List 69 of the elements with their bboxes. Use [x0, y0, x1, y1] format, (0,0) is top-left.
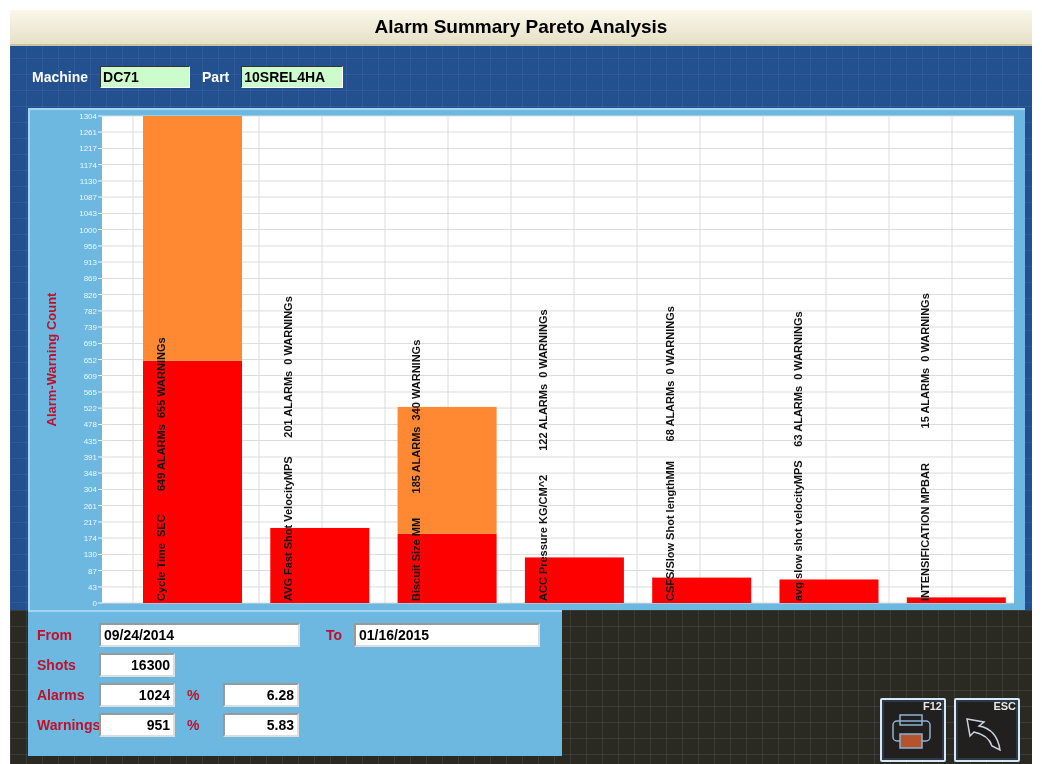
- value-label: 122 ALARMs 0 WARNINGs: [536, 309, 549, 451]
- tick-label: 174: [83, 534, 97, 543]
- field-label: To: [326, 625, 344, 645]
- tick-label: 217: [83, 517, 97, 527]
- value-field[interactable]: 5.83: [223, 713, 299, 737]
- tick-label: 913: [83, 258, 97, 268]
- tick-label: 609: [83, 371, 97, 381]
- value-field[interactable]: 6.28: [223, 683, 299, 707]
- field-label: From: [37, 625, 73, 645]
- tick-label: 1261: [79, 128, 97, 138]
- tick-label: 565: [83, 388, 97, 397]
- part-field[interactable]: 10SREL4HA: [241, 66, 344, 88]
- category-label: Biscuit Size MM: [409, 517, 422, 601]
- tick-label: 652: [83, 355, 97, 365]
- value-label: 63 ALARMs 0 WARNINGs: [791, 311, 804, 447]
- machine-field[interactable]: DC71: [100, 66, 190, 88]
- back-button[interactable]: ESC: [954, 698, 1020, 762]
- field-label: Warnings: [37, 715, 99, 735]
- tick-label: 782: [83, 306, 97, 316]
- tick-label: 87: [88, 566, 97, 576]
- field-label: Machine: [32, 67, 88, 87]
- shortcut-key-label: F12: [923, 700, 942, 713]
- tick-label: 43: [88, 582, 97, 592]
- field-label: %: [187, 715, 201, 735]
- tick-label: 522: [83, 404, 97, 414]
- tick-label: 304: [83, 485, 97, 495]
- tick-label: 1174: [79, 160, 97, 170]
- value-field[interactable]: 1024: [99, 683, 175, 707]
- tick-label: 1000: [79, 225, 97, 235]
- value-label: 185 ALARMs 340 WARNINGs: [409, 339, 422, 494]
- value-label: 649 ALARMs 655 WARNINGs: [155, 337, 167, 492]
- field-label: Alarms: [37, 685, 86, 705]
- shortcut-key-label: ESC: [993, 700, 1016, 713]
- category-label: avg slow shot velocityMPS: [791, 460, 804, 601]
- tick-label: 1217: [79, 144, 97, 154]
- print-button[interactable]: F12: [880, 698, 946, 762]
- window-title: Alarm Summary Pareto Analysis: [10, 10, 1032, 46]
- tick-label: 956: [83, 241, 97, 251]
- value-label: 15 ALARMs 0 WARNINGs: [918, 293, 931, 429]
- tick-label: 391: [83, 452, 97, 462]
- tick-label: 435: [83, 436, 97, 446]
- value-field[interactable]: 16300: [99, 653, 175, 677]
- tick-label: 348: [83, 469, 97, 479]
- tick-label: 826: [83, 290, 97, 300]
- date-field[interactable]: 09/24/2014: [99, 623, 300, 647]
- category-label: INTENSIFICATION MPBAR: [918, 463, 931, 601]
- tick-label: 0: [92, 599, 97, 608]
- tick-label: 695: [83, 339, 97, 349]
- tick-label: 1087: [79, 193, 97, 203]
- tick-label: 478: [83, 420, 97, 430]
- date-field[interactable]: 01/16/2015: [354, 623, 540, 647]
- category-label: Cycle Time SEC: [155, 514, 167, 601]
- value-field[interactable]: 951: [99, 713, 175, 737]
- tick-label: 1304: [79, 112, 97, 121]
- value-label: 68 ALARMs 0 WARNINGs: [664, 306, 677, 442]
- tick-label: 130: [83, 550, 97, 560]
- field-label: Shots: [37, 655, 77, 675]
- field-label: Part: [202, 67, 230, 87]
- tick-label: 1043: [79, 209, 97, 219]
- tick-label: 869: [83, 274, 97, 284]
- value-label: 201 ALARMs 0 WARNINGs: [282, 296, 295, 438]
- tick-label: 1130: [79, 177, 97, 186]
- category-label: AVG Fast Shot VelocityMPS: [282, 456, 295, 601]
- tick-label: 739: [83, 323, 97, 332]
- category-label: CSFS/Slow Shot lengthMM: [664, 461, 677, 601]
- field-label: %: [187, 685, 201, 705]
- category-label: ACC Pressure KG/CM^2: [536, 474, 549, 601]
- axis-title: Alarm-Warning Count: [44, 292, 59, 427]
- tick-label: 261: [83, 501, 97, 511]
